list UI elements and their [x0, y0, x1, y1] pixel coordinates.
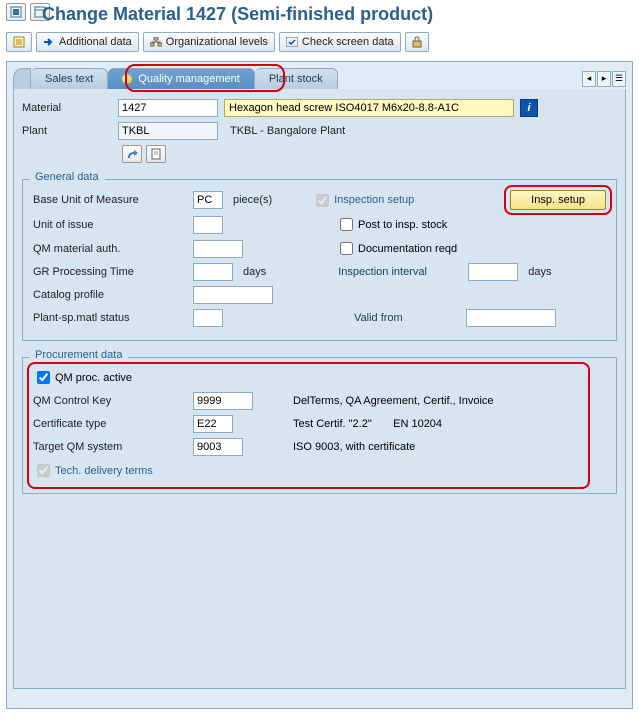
uoi-field[interactable] [193, 216, 223, 234]
doc-reqd-label: Documentation reqd [358, 243, 457, 255]
valid-from-label: Valid from [354, 312, 466, 324]
cert-label: Certificate type [33, 418, 193, 430]
lock-icon [412, 36, 422, 48]
pmat-label: Plant-sp.matl status [33, 312, 193, 324]
tab-quality-management[interactable]: Quality management [108, 68, 255, 89]
cert-desc: Test Certif. "2.2" EN 10204 [293, 418, 442, 430]
buom-desc: piece(s) [233, 194, 272, 206]
valid-from-field[interactable] [466, 309, 556, 327]
check-screen-button[interactable]: Check screen data [279, 32, 401, 52]
tab-sales-text[interactable]: Sales text [31, 68, 108, 89]
procurement-title: Procurement data [29, 349, 128, 361]
doc-reqd-checkbox[interactable] [340, 242, 353, 255]
plant-label: Plant [22, 125, 112, 137]
cert-field[interactable] [193, 415, 233, 433]
post-insp-label: Post to insp. stock [358, 219, 447, 231]
ctrl-key-field[interactable] [193, 392, 253, 410]
catalog-label: Catalog profile [33, 289, 193, 301]
ctrl-key-desc: DelTerms, QA Agreement, Certif., Invoice [293, 395, 494, 407]
tab-spacer [13, 68, 31, 89]
org-levels-button[interactable]: Organizational levels [143, 32, 275, 52]
target-field[interactable] [193, 438, 243, 456]
post-insp-checkbox[interactable] [340, 218, 353, 231]
revision-icon-button[interactable] [122, 145, 142, 163]
tech-terms-checkbox [37, 464, 50, 477]
info-icon[interactable]: i [520, 99, 538, 117]
tab-scroll-right[interactable]: ▸ [597, 71, 611, 87]
gr-field[interactable] [193, 263, 233, 281]
insp-setup-checkbox [316, 194, 329, 207]
material-desc: Hexagon head screw ISO4017 M6x20-8.8-A1C [224, 99, 514, 117]
plant-desc: TKBL - Bangalore Plant [230, 125, 345, 137]
check-icon [286, 37, 298, 47]
tech-terms-label: Tech. delivery terms [55, 465, 153, 477]
qm-proc-active-label: QM proc. active [55, 372, 132, 384]
arrow-right-icon [43, 37, 55, 47]
gr-label: GR Processing Time [33, 266, 193, 278]
qm-auth-label: QM material auth. [33, 243, 193, 255]
tab-plant-stock[interactable]: Plant stock [255, 68, 338, 89]
qm-auth-field[interactable] [193, 240, 243, 258]
tab-list-button[interactable]: ☰ [612, 71, 626, 87]
general-data-title: General data [29, 171, 105, 183]
other-material-button[interactable] [6, 32, 32, 52]
buom-field[interactable] [193, 191, 223, 209]
material-label: Material [22, 102, 112, 114]
page-title: Change Material 1427 (Semi-finished prod… [0, 4, 639, 29]
uoi-label: Unit of issue [33, 219, 193, 231]
lock-button[interactable] [405, 32, 429, 52]
insp-setup-label: Inspection setup [334, 194, 454, 206]
buom-label: Base Unit of Measure [33, 194, 193, 206]
insp-interval-field[interactable] [468, 263, 518, 281]
gr-unit: days [243, 266, 266, 278]
material-field[interactable] [118, 99, 218, 117]
catalog-field[interactable] [193, 286, 273, 304]
hierarchy-icon [150, 37, 162, 47]
ctrl-key-label: QM Control Key [33, 395, 193, 407]
menu-icon-1[interactable] [6, 3, 26, 21]
insp-interval-label: Inspection interval [338, 266, 468, 278]
pmat-field[interactable] [193, 309, 223, 327]
tab-scroll-left[interactable]: ◂ [582, 71, 596, 87]
active-tab-bullet-icon [122, 74, 132, 84]
target-desc: ISO 9003, with certificate [293, 441, 415, 453]
general-data-group: General data Base Unit of Measure piece(… [22, 179, 617, 341]
additional-data-button[interactable]: Additional data [36, 32, 139, 52]
target-label: Target QM system [33, 441, 193, 453]
qm-proc-active-checkbox[interactable] [37, 371, 50, 384]
insp-interval-unit: days [528, 266, 551, 278]
procurement-group: Procurement data QM proc. active QM Cont… [22, 357, 617, 494]
main-panel: Sales text Quality management Plant stoc… [6, 61, 633, 709]
insp-setup-button[interactable]: Insp. setup [510, 190, 606, 210]
document-icon-button[interactable] [146, 145, 166, 163]
plant-field[interactable] [118, 122, 218, 140]
